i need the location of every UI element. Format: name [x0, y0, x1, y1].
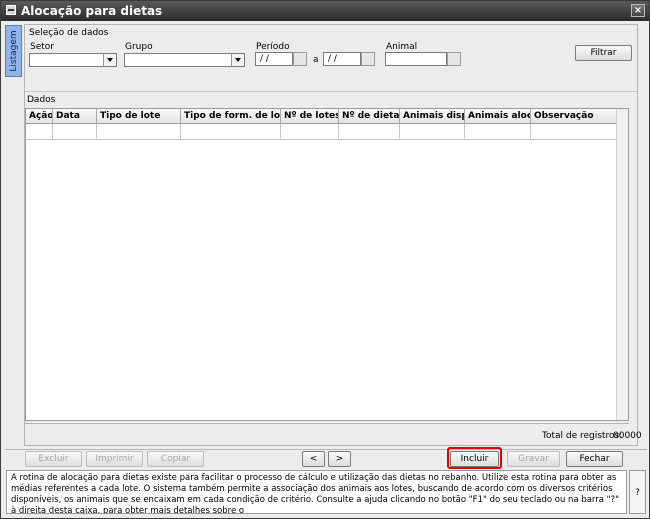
table-cell[interactable] — [181, 124, 281, 139]
total-records-value: 00000 — [613, 431, 642, 441]
window-menu-icon[interactable] — [6, 5, 16, 15]
chevron-down-icon[interactable] — [103, 54, 116, 66]
table-cell[interactable] — [531, 124, 628, 139]
fechar-button[interactable]: Fechar — [566, 451, 623, 467]
help-text-box: A rotina de alocação para dietas existe … — [6, 470, 627, 514]
title-bar: Alocação para dietas × — [1, 1, 649, 21]
setor-select[interactable] — [29, 53, 117, 67]
col-header-animais-disp[interactable]: Animais disp. — [400, 109, 465, 123]
periodo-end-field[interactable]: / / — [323, 52, 361, 66]
table-cell[interactable] — [465, 124, 531, 139]
window-title: Alocação para dietas — [21, 4, 163, 18]
table-cell[interactable] — [400, 124, 465, 139]
periodo-start-field[interactable]: / / — [255, 52, 293, 66]
periodo-end-calendar-button[interactable] — [361, 52, 375, 66]
col-header-num-lotes[interactable]: Nº de lotes — [281, 109, 339, 123]
grupo-label: Grupo — [125, 42, 153, 52]
table-row[interactable] — [26, 124, 628, 140]
animal-label: Animal — [386, 42, 418, 52]
chevron-down-icon[interactable] — [231, 54, 244, 66]
table-cell[interactable] — [53, 124, 97, 139]
table-cell[interactable] — [97, 124, 181, 139]
grid-header: Ação Data Tipo de lote Tipo de form. de … — [26, 109, 628, 124]
grupo-select[interactable] — [124, 53, 245, 67]
gravar-button[interactable]: Gravar — [507, 451, 560, 467]
close-icon[interactable]: × — [631, 4, 645, 17]
setor-label: Setor — [30, 42, 54, 52]
data-grid[interactable]: Ação Data Tipo de lote Tipo de form. de … — [25, 108, 629, 421]
table-cell[interactable] — [281, 124, 339, 139]
periodo-start-calendar-button[interactable] — [293, 52, 307, 66]
previous-button[interactable]: < — [302, 451, 325, 467]
table-cell[interactable] — [339, 124, 400, 139]
vertical-scrollbar[interactable] — [616, 109, 628, 420]
total-records-label: Total de registros: — [542, 431, 623, 441]
grid-footer: Total de registros: 00000 — [25, 423, 642, 442]
col-header-data[interactable]: Data — [53, 109, 97, 123]
data-section-label: Dados — [27, 95, 56, 105]
copiar-button[interactable]: Copiar — [147, 451, 204, 467]
help-question-button[interactable]: ? — [629, 470, 646, 514]
periodo-separator: a — [313, 55, 319, 65]
col-header-observacao[interactable]: Observação — [531, 109, 628, 123]
excluir-button[interactable]: Excluir — [25, 451, 82, 467]
tab-listagem[interactable]: Listagem — [5, 25, 22, 77]
selection-section-label: Seleção de dados — [29, 28, 109, 38]
col-header-num-dietas[interactable]: Nº de dietas — [339, 109, 400, 123]
section-divider — [25, 91, 637, 92]
col-header-tipo-form-lote[interactable]: Tipo de form. de lote — [181, 109, 281, 123]
animal-search-button[interactable] — [447, 52, 461, 66]
content-panel: Seleção de dados Setor Grupo Período / /… — [24, 24, 642, 446]
incluir-highlight — [447, 447, 502, 469]
next-button[interactable]: > — [328, 451, 351, 467]
periodo-label: Período — [256, 42, 290, 52]
col-header-acao[interactable]: Ação — [26, 109, 53, 123]
filter-button[interactable]: Filtrar — [575, 45, 632, 61]
table-cell[interactable] — [26, 124, 53, 139]
animal-field[interactable] — [385, 52, 447, 66]
imprimir-button[interactable]: Imprimir — [86, 451, 143, 467]
tab-listagem-label: Listagem — [8, 30, 19, 72]
col-header-animais-aloc[interactable]: Animais aloc. — [465, 109, 531, 123]
main-window: Alocação para dietas × Listagem Seleção … — [0, 0, 650, 519]
col-header-tipo-lote[interactable]: Tipo de lote — [97, 109, 181, 123]
